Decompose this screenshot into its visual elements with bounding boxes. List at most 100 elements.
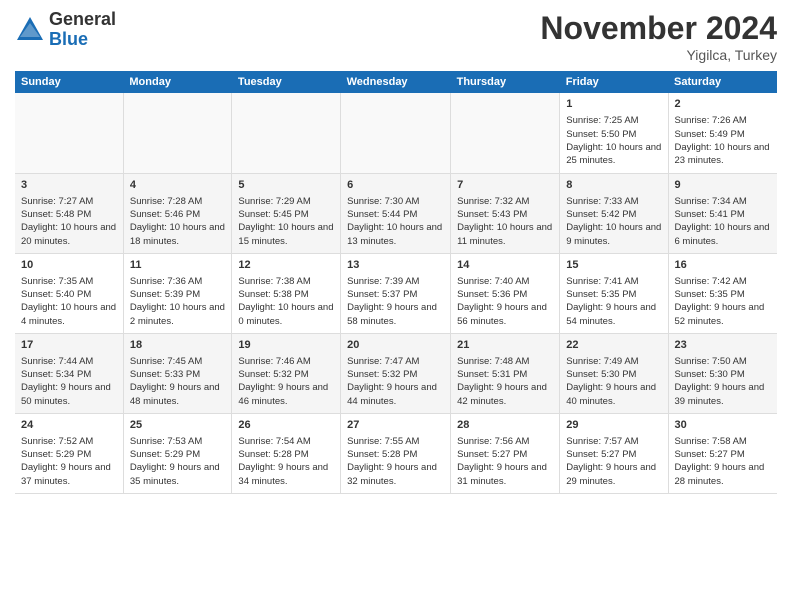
day-info: Daylight: 9 hours and 34 minutes.: [238, 461, 334, 488]
day-info: Sunset: 5:31 PM: [457, 368, 553, 381]
day-number: 6: [347, 178, 444, 193]
day-info: Daylight: 9 hours and 52 minutes.: [675, 301, 772, 328]
day-info: Sunset: 5:39 PM: [130, 288, 226, 301]
calendar-cell: 1Sunrise: 7:25 AMSunset: 5:50 PMDaylight…: [560, 93, 668, 173]
calendar-cell: 3Sunrise: 7:27 AMSunset: 5:48 PMDaylight…: [15, 173, 123, 253]
day-info: Sunset: 5:40 PM: [21, 288, 117, 301]
calendar-cell: 30Sunrise: 7:58 AMSunset: 5:27 PMDayligh…: [668, 413, 777, 493]
day-info: Daylight: 9 hours and 44 minutes.: [347, 381, 444, 408]
day-number: 10: [21, 258, 117, 273]
calendar-cell: 25Sunrise: 7:53 AMSunset: 5:29 PMDayligh…: [123, 413, 232, 493]
day-info: Sunset: 5:44 PM: [347, 208, 444, 221]
calendar-cell: [232, 93, 341, 173]
calendar-week-5: 24 Sunrise: 7:52 AMSunset: 5:29 PM Dayligh…: [15, 413, 777, 493]
calendar-cell: [15, 93, 123, 173]
calendar-cell: 15Sunrise: 7:41 AMSunset: 5:35 PMDayligh…: [560, 253, 668, 333]
day-info: Sunrise: 7:33 AM: [566, 195, 661, 208]
day-info: Sunset: 5:35 PM: [566, 288, 661, 301]
day-info: Sunset: 5:41 PM: [675, 208, 772, 221]
day-info: Daylight: 9 hours and 28 minutes.: [675, 461, 772, 488]
calendar-week-3: 10 Sunrise: 7:35 AMSunset: 5:40 PM Dayligh…: [15, 253, 777, 333]
calendar-cell: 23Sunrise: 7:50 AMSunset: 5:30 PMDayligh…: [668, 333, 777, 413]
day-info: Sunrise: 7:56 AM: [457, 435, 553, 448]
day-number: 3: [21, 178, 117, 193]
day-info: Daylight: 9 hours and 58 minutes.: [347, 301, 444, 328]
day-info: Daylight: 9 hours and 40 minutes.: [566, 381, 661, 408]
day-number: 17: [21, 338, 117, 353]
calendar-week-1: 1Sunrise: 7:25 AMSunset: 5:50 PMDaylight…: [15, 93, 777, 173]
day-info: Sunrise: 7:41 AM: [566, 275, 661, 288]
day-info: Sunset: 5:42 PM: [566, 208, 661, 221]
day-info: Sunrise: 7:49 AM: [566, 355, 661, 368]
day-info: Sunset: 5:28 PM: [347, 448, 444, 461]
calendar-cell: [123, 93, 232, 173]
day-number: 2: [675, 97, 772, 112]
day-info: Sunset: 5:43 PM: [457, 208, 553, 221]
day-info: Sunset: 5:48 PM: [21, 208, 117, 221]
day-info: Sunset: 5:50 PM: [566, 128, 661, 141]
day-info: Sunrise: 7:46 AM: [238, 355, 334, 368]
location: Yigilca, Turkey: [540, 47, 777, 63]
day-info: Daylight: 10 hours and 13 minutes.: [347, 221, 444, 248]
day-info: Sunrise: 7:35 AM: [21, 275, 117, 288]
day-number: 11: [130, 258, 226, 273]
logo-text: General Blue: [49, 10, 116, 50]
day-number: 24: [21, 418, 117, 433]
col-saturday: Saturday: [668, 71, 777, 93]
day-number: 4: [130, 178, 226, 193]
day-info: Sunrise: 7:36 AM: [130, 275, 226, 288]
day-info: Sunset: 5:29 PM: [21, 448, 117, 461]
day-number: 13: [347, 258, 444, 273]
calendar-cell: 24Sunrise: 7:52 AMSunset: 5:29 PMDayligh…: [15, 413, 123, 493]
day-info: Sunset: 5:32 PM: [347, 368, 444, 381]
calendar-cell: 10Sunrise: 7:35 AMSunset: 5:40 PMDayligh…: [15, 253, 123, 333]
calendar-cell: 6Sunrise: 7:30 AMSunset: 5:44 PMDaylight…: [341, 173, 451, 253]
day-info: Daylight: 10 hours and 11 minutes.: [457, 221, 553, 248]
calendar-body: 1Sunrise: 7:25 AMSunset: 5:50 PMDaylight…: [15, 93, 777, 493]
day-number: 8: [566, 178, 661, 193]
calendar-cell: 13Sunrise: 7:39 AMSunset: 5:37 PMDayligh…: [341, 253, 451, 333]
day-info: Sunrise: 7:27 AM: [21, 195, 117, 208]
day-info: Daylight: 9 hours and 50 minutes.: [21, 381, 117, 408]
calendar-cell: 5Sunrise: 7:29 AMSunset: 5:45 PMDaylight…: [232, 173, 341, 253]
day-number: 30: [675, 418, 772, 433]
day-info: Sunrise: 7:52 AM: [21, 435, 117, 448]
header-row: Sunday Monday Tuesday Wednesday Thursday…: [15, 71, 777, 93]
logo-general: General: [49, 10, 116, 30]
day-number: 28: [457, 418, 553, 433]
day-number: 15: [566, 258, 661, 273]
day-info: Sunrise: 7:53 AM: [130, 435, 226, 448]
day-info: Sunset: 5:27 PM: [675, 448, 772, 461]
day-info: Sunrise: 7:47 AM: [347, 355, 444, 368]
col-friday: Friday: [560, 71, 668, 93]
day-info: Daylight: 9 hours and 31 minutes.: [457, 461, 553, 488]
logo-blue: Blue: [49, 30, 116, 50]
day-info: Sunrise: 7:26 AM: [675, 114, 772, 127]
calendar-cell: 4Sunrise: 7:28 AMSunset: 5:46 PMDaylight…: [123, 173, 232, 253]
day-info: Sunrise: 7:40 AM: [457, 275, 553, 288]
day-info: Sunset: 5:37 PM: [347, 288, 444, 301]
calendar-cell: 26Sunrise: 7:54 AMSunset: 5:28 PMDayligh…: [232, 413, 341, 493]
calendar-table: Sunday Monday Tuesday Wednesday Thursday…: [15, 71, 777, 494]
calendar-cell: 22Sunrise: 7:49 AMSunset: 5:30 PMDayligh…: [560, 333, 668, 413]
col-sunday: Sunday: [15, 71, 123, 93]
calendar-cell: 12Sunrise: 7:38 AMSunset: 5:38 PMDayligh…: [232, 253, 341, 333]
day-info: Sunset: 5:49 PM: [675, 128, 772, 141]
calendar-cell: 8Sunrise: 7:33 AMSunset: 5:42 PMDaylight…: [560, 173, 668, 253]
calendar-cell: 11 Sunrise: 7:36 AMSunset: 5:39 PMDayligh…: [123, 253, 232, 333]
day-info: Daylight: 9 hours and 46 minutes.: [238, 381, 334, 408]
day-number: 23: [675, 338, 772, 353]
calendar-cell: 17Sunrise: 7:44 AMSunset: 5:34 PMDayligh…: [15, 333, 123, 413]
day-info: Daylight: 10 hours and 2 minutes.: [130, 301, 226, 328]
calendar-header: Sunday Monday Tuesday Wednesday Thursday…: [15, 71, 777, 93]
day-number: 29: [566, 418, 661, 433]
day-info: Daylight: 9 hours and 32 minutes.: [347, 461, 444, 488]
day-info: Sunrise: 7:34 AM: [675, 195, 772, 208]
col-thursday: Thursday: [451, 71, 560, 93]
day-number: 20: [347, 338, 444, 353]
calendar-cell: 2Sunrise: 7:26 AMSunset: 5:49 PMDaylight…: [668, 93, 777, 173]
day-info: Sunrise: 7:57 AM: [566, 435, 661, 448]
day-info: Sunset: 5:46 PM: [130, 208, 226, 221]
day-info: Sunrise: 7:42 AM: [675, 275, 772, 288]
day-info: Daylight: 9 hours and 35 minutes.: [130, 461, 226, 488]
